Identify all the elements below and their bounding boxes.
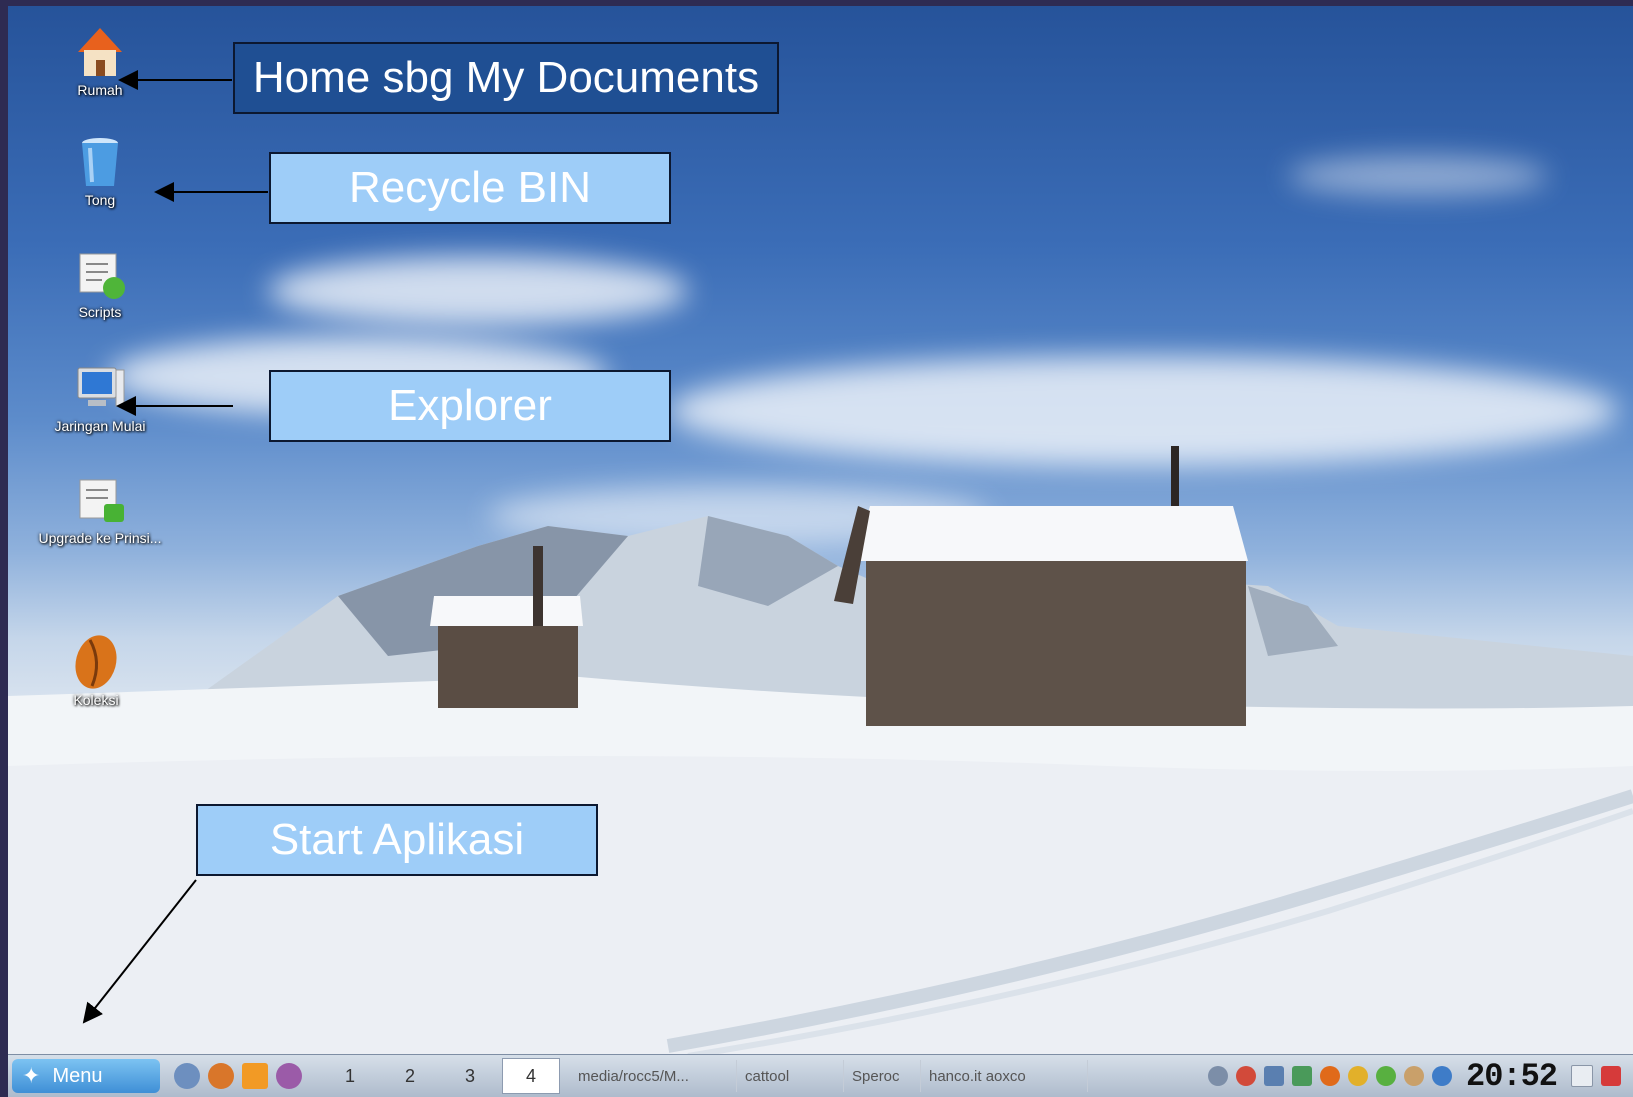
weather-icon[interactable] (1347, 1066, 1368, 1086)
callout-recycle-bin: Recycle BIN (269, 152, 671, 224)
update-icon[interactable] (1235, 1066, 1256, 1086)
workspace-4[interactable]: 4 (502, 1058, 560, 1094)
globe-icon[interactable] (1431, 1066, 1452, 1086)
task-list: media/rocc5/M... cattool Speroc hanco.it… (570, 1060, 1090, 1092)
callout-start-aplikasi: Start Aplikasi (196, 804, 598, 876)
vlc-icon[interactable] (242, 1063, 268, 1089)
clipboard-icon[interactable] (1263, 1066, 1284, 1086)
callout-arrows (82, 70, 268, 1024)
quick-launch (170, 1063, 306, 1089)
clock-app-icon[interactable] (1403, 1066, 1424, 1086)
window-list-icon[interactable] (1571, 1065, 1593, 1087)
workspace-1[interactable]: 1 (322, 1059, 378, 1093)
desktop-screenshot: Rumah Tong Scripts Jaringan Mulai Upgrad… (8, 6, 1633, 1097)
callout-explorer: Explorer (269, 370, 671, 442)
task-button[interactable]: hanco.it aoxco (921, 1060, 1088, 1092)
workspace-3[interactable]: 3 (442, 1059, 498, 1093)
workspace-2[interactable]: 2 (382, 1059, 438, 1093)
menu-star-icon: ✦ (22, 1063, 41, 1088)
start-menu-button[interactable]: ✦ Menu (12, 1059, 160, 1093)
firefox-icon[interactable] (1319, 1066, 1340, 1086)
task-button[interactable]: Speroc (844, 1060, 921, 1092)
task-button[interactable]: cattool (737, 1060, 844, 1092)
system-tray: 20:52 (1204, 1058, 1633, 1095)
volume-icon[interactable] (1207, 1066, 1228, 1086)
browser-icon[interactable] (208, 1063, 234, 1089)
graphics-app-icon[interactable] (276, 1063, 302, 1089)
menu-label: Menu (52, 1064, 103, 1087)
launcher-tool-icon[interactable] (174, 1063, 200, 1089)
task-button[interactable]: media/rocc5/M... (570, 1060, 737, 1092)
network-icon[interactable] (1291, 1066, 1312, 1086)
taskbar: ✦ Menu 1 2 3 4 media/rocc5/M... cattool … (8, 1054, 1633, 1097)
shutdown-icon[interactable] (1601, 1066, 1621, 1086)
clock[interactable]: 20:52 (1466, 1058, 1558, 1095)
workspace-switcher: 1 2 3 4 (322, 1058, 560, 1094)
ok-status-icon[interactable] (1375, 1066, 1396, 1086)
callout-home: Home sbg My Documents (233, 42, 779, 114)
